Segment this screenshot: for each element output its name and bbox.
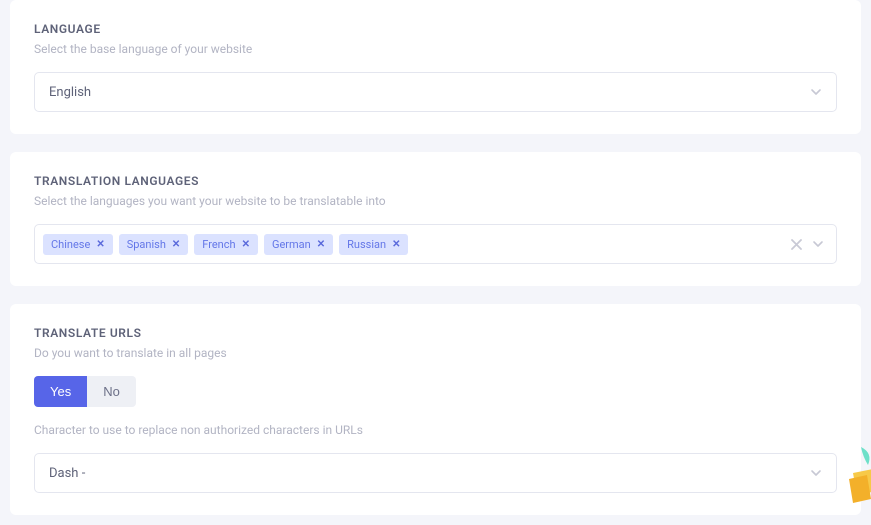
urls-card: TRANSLATE URLS Do you want to translate … <box>10 304 861 515</box>
chevron-down-icon[interactable] <box>812 238 824 250</box>
tag-label: French <box>202 238 235 251</box>
translation-tags: Chinese ✕ Spanish ✕ French ✕ German ✕ Russian ✕ <box>43 234 408 255</box>
chevron-down-icon <box>810 467 822 479</box>
remove-tag-icon[interactable]: ✕ <box>392 239 400 250</box>
remove-tag-icon[interactable]: ✕ <box>242 239 250 250</box>
translation-multiselect[interactable]: Chinese ✕ Spanish ✕ French ✕ German ✕ Russian ✕ <box>34 224 837 264</box>
clear-all-icon[interactable] <box>791 235 802 254</box>
chevron-down-icon <box>810 86 822 98</box>
language-tag-french: French ✕ <box>194 234 258 255</box>
language-card: LANGUAGE Select the base language of you… <box>10 0 861 134</box>
translation-card: TRANSLATION LANGUAGES Select the languag… <box>10 152 861 286</box>
language-tag-chinese: Chinese ✕ <box>43 234 113 255</box>
urls-title: TRANSLATE URLS <box>34 326 837 340</box>
translation-title: TRANSLATION LANGUAGES <box>34 174 837 188</box>
url-char-value: Dash - <box>49 466 85 481</box>
language-desc: Select the base language of your website <box>34 42 837 56</box>
tag-label: Chinese <box>51 238 90 251</box>
translation-desc: Select the languages you want your websi… <box>34 194 837 208</box>
multiselect-controls <box>791 235 828 254</box>
language-title: LANGUAGE <box>34 22 837 36</box>
translate-urls-toggle: Yes No <box>34 376 837 407</box>
remove-tag-icon[interactable]: ✕ <box>172 239 180 250</box>
remove-tag-icon[interactable]: ✕ <box>96 239 104 250</box>
language-tag-german: German ✕ <box>264 234 333 255</box>
language-select[interactable]: English <box>34 72 837 112</box>
no-button[interactable]: No <box>87 376 136 407</box>
language-tag-russian: Russian ✕ <box>339 234 408 255</box>
language-tag-spanish: Spanish ✕ <box>119 234 189 255</box>
url-char-select[interactable]: Dash - <box>34 453 837 493</box>
language-select-value: English <box>49 85 91 100</box>
yes-button[interactable]: Yes <box>34 376 87 407</box>
tag-label: Spanish <box>127 238 166 251</box>
remove-tag-icon[interactable]: ✕ <box>317 239 325 250</box>
urls-char-desc: Character to use to replace non authoriz… <box>34 423 837 437</box>
urls-desc: Do you want to translate in all pages <box>34 346 837 360</box>
tag-label: German <box>272 238 311 251</box>
tag-label: Russian <box>347 238 386 251</box>
